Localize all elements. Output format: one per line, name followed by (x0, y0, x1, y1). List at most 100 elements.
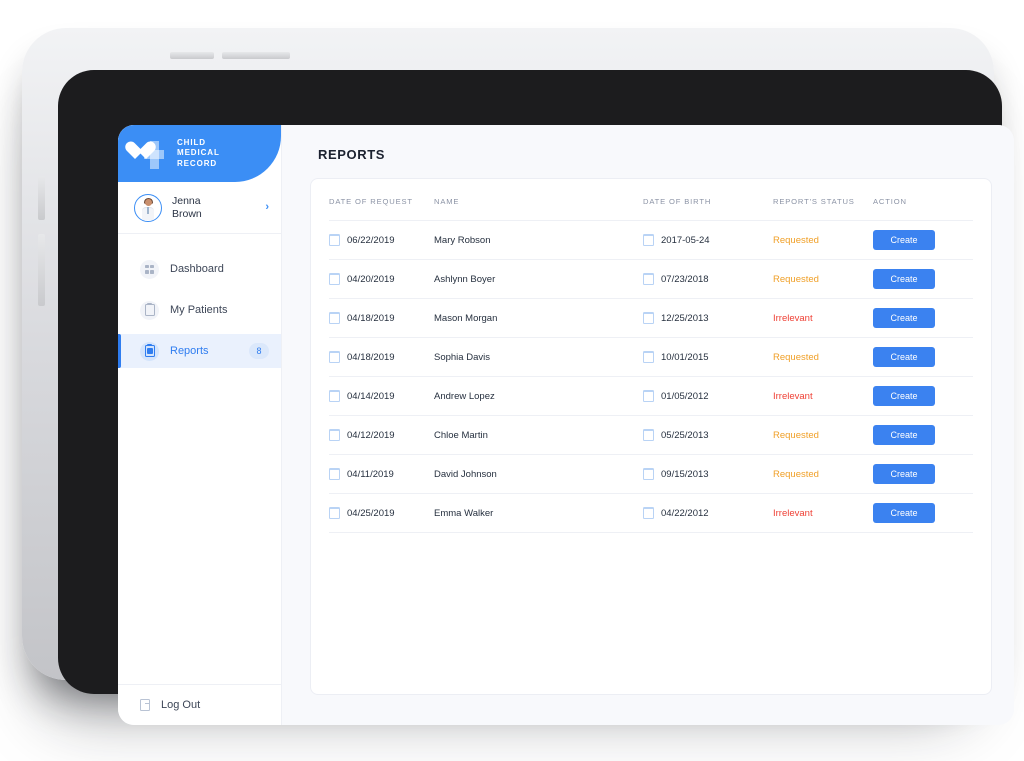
cell-date-of-birth: 04/22/2012 (642, 494, 773, 533)
profile-first-name: Jenna (172, 194, 201, 207)
date-of-request-value: 04/11/2019 (347, 468, 394, 480)
cell-name: Andrew Lopez (434, 377, 643, 416)
cell-date-of-request: 04/12/2019 (328, 416, 434, 455)
reports-table: DATE OF REQUEST NAME DATE OF BIRTH REPOR… (328, 195, 973, 533)
profile-last-name: Brown (172, 207, 202, 220)
cell-status: Requested (773, 260, 873, 299)
cell-action: Create (873, 455, 973, 494)
date-of-birth-value: 04/22/2012 (661, 507, 709, 519)
patient-name-value: Andrew Lopez (434, 390, 495, 402)
sidebar-item-label: My Patients (170, 304, 228, 316)
calendar-icon (328, 273, 340, 285)
status-badge: Requested (773, 351, 819, 363)
calendar-icon (328, 351, 340, 363)
cell-date-of-request: 04/14/2019 (328, 377, 434, 416)
sidebar-item-label: Reports (170, 345, 209, 357)
cell-name: Mason Morgan (434, 299, 643, 338)
clipboard-icon (140, 341, 159, 361)
date-of-request-value: 04/18/2019 (347, 351, 395, 363)
calendar-icon (328, 507, 340, 519)
calendar-icon (642, 234, 654, 246)
column-header-date-of-request: DATE OF REQUEST (329, 197, 413, 206)
column-header-status: REPORT'S STATUS (773, 197, 855, 206)
cell-name: Sophia Davis (434, 338, 643, 377)
status-badge: Requested (773, 429, 819, 441)
user-profile[interactable]: Jenna Brown › (118, 182, 281, 234)
cell-date-of-request: 04/18/2019 (328, 338, 434, 377)
cell-status: Irrelevant (773, 494, 873, 533)
table-row: 04/11/2019 David Johnson 09/15/2013 Request… (328, 454, 973, 494)
brand-title: CHILD MEDICAL RECORD (177, 138, 220, 170)
date-of-request-value: 04/12/2019 (347, 429, 395, 441)
sidebar-item-my-patients[interactable]: My Patients (118, 293, 281, 327)
brand-header[interactable]: CHILD MEDICAL RECORD (118, 125, 281, 182)
create-report-button[interactable]: Create (873, 269, 935, 289)
reports-card: DATE OF REQUEST NAME DATE OF BIRTH REPOR… (310, 178, 992, 695)
sidebar-item-dashboard[interactable]: Dashboard (118, 252, 281, 286)
grid-icon (140, 259, 159, 279)
cell-date-of-birth: 12/25/2013 (642, 299, 773, 338)
patient-name-value: Sophia Davis (434, 351, 490, 363)
calendar-icon (328, 390, 340, 402)
table-row: 04/20/2019 Ashlynn Boyer 07/23/2018 Request… (328, 259, 973, 299)
date-of-birth-value: 07/23/2018 (661, 273, 709, 285)
calendar-icon (328, 429, 340, 441)
logout-icon (140, 699, 150, 711)
cell-name: Chloe Martin (434, 416, 643, 455)
brand-line-3: RECORD (177, 158, 218, 168)
heart-shape (135, 142, 156, 161)
status-badge: Requested (773, 273, 819, 285)
cell-status: Requested (773, 221, 873, 260)
reports-count-badge: 8 (249, 343, 269, 359)
sidebar: CHILD MEDICAL RECORD Jenna Brown › Dashb… (118, 125, 282, 725)
cell-date-of-request: 06/22/2019 (328, 221, 434, 260)
cell-status: Requested (773, 416, 873, 455)
chevron-right-icon[interactable]: › (265, 202, 269, 213)
cell-name: David Johnson (434, 455, 643, 494)
device-button-volume-down[interactable] (38, 234, 45, 306)
create-report-button[interactable]: Create (873, 464, 935, 484)
calendar-icon (328, 312, 340, 324)
date-of-request-value: 04/25/2019 (347, 507, 395, 519)
cell-action: Create (873, 377, 973, 416)
patient-name-value: Mary Robson (434, 234, 491, 246)
calendar-icon (642, 312, 654, 324)
heart-cross-icon (134, 137, 168, 171)
device-button-volume-up[interactable] (38, 176, 45, 220)
calendar-icon (328, 234, 340, 246)
status-badge: Irrelevant (773, 390, 813, 402)
calendar-icon (642, 273, 654, 285)
create-report-button[interactable]: Create (873, 230, 935, 250)
device-button-top-a[interactable] (170, 52, 214, 59)
patient-name-value: Ashlynn Boyer (434, 273, 496, 285)
create-report-button[interactable]: Create (873, 425, 935, 445)
device-button-top-b[interactable] (222, 52, 290, 59)
cell-date-of-birth: 01/05/2012 (642, 377, 773, 416)
main-content: REPORTS DATE OF REQUEST NAME DATE OF BIR… (282, 125, 1014, 725)
create-report-button[interactable]: Create (873, 347, 935, 367)
status-badge: Requested (773, 468, 819, 480)
create-report-button[interactable]: Create (873, 503, 935, 523)
logout-button[interactable]: Log Out (118, 684, 281, 725)
sidebar-nav: Dashboard My Patients Reports 8 (118, 234, 281, 684)
date-of-birth-value: 05/25/2013 (661, 429, 709, 441)
table-row: 04/18/2019 Sophia Davis 10/01/2015 Requeste… (328, 337, 973, 377)
cell-date-of-request: 04/25/2019 (328, 494, 434, 533)
cell-name: Mary Robson (434, 221, 643, 260)
table-body: 06/22/2019 Mary Robson 2017-05-24 Requested… (328, 220, 973, 533)
patient-name-value: David Johnson (434, 468, 497, 480)
column-header-name: NAME (434, 197, 460, 206)
cell-name: Emma Walker (434, 494, 643, 533)
cell-action: Create (873, 260, 973, 299)
date-of-request-value: 04/20/2019 (347, 273, 395, 285)
profile-name: Jenna Brown (172, 195, 265, 221)
create-report-button[interactable]: Create (873, 386, 935, 406)
date-of-request-value: 04/18/2019 (347, 312, 395, 324)
avatar (134, 193, 162, 222)
cell-action: Create (873, 416, 973, 455)
sidebar-item-reports[interactable]: Reports 8 (118, 334, 281, 368)
create-report-button[interactable]: Create (873, 308, 935, 328)
status-badge: Irrelevant (773, 312, 813, 324)
cell-date-of-birth: 07/23/2018 (642, 260, 773, 299)
brand-line-2: MEDICAL (177, 148, 220, 158)
